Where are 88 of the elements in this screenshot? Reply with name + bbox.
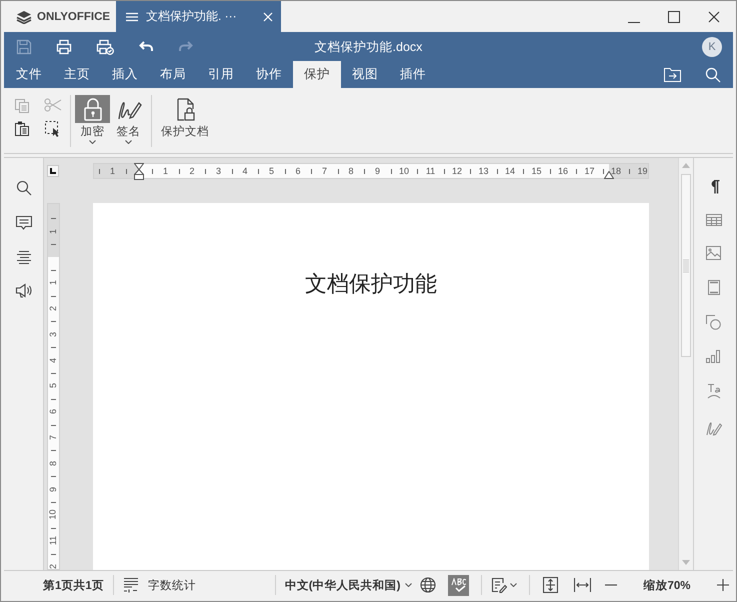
document-title: 文档保护功能.docx <box>314 40 422 54</box>
ruler-number: 1 <box>49 228 58 234</box>
ruler-number: 18 <box>610 166 621 176</box>
menu-tab[interactable]: 布局 <box>149 61 197 88</box>
ruler-number: 4 <box>242 166 248 176</box>
text-art-icon[interactable] <box>706 383 720 399</box>
globe-icon[interactable] <box>420 577 436 593</box>
ruler-number: 1 <box>49 280 58 286</box>
ruler-number: 7 <box>322 166 327 176</box>
word-count-button[interactable]: 字数统计 <box>122 577 196 593</box>
ruler-number: 6 <box>49 409 58 414</box>
ruler-number: 9 <box>374 166 380 176</box>
header-footer-icon[interactable] <box>708 280 720 295</box>
tab-stop-icon <box>50 168 56 174</box>
zoom-in-icon[interactable] <box>716 579 728 591</box>
track-changes-button[interactable] <box>491 577 518 593</box>
ruler-number: 4 <box>49 358 58 363</box>
page-indicator: 第1页共1页 <box>43 578 104 592</box>
user-avatar[interactable]: K <box>702 36 722 56</box>
ruler-number: 2 <box>189 166 194 176</box>
ruler-number: 3 <box>216 166 221 176</box>
shape-icon[interactable] <box>706 315 721 330</box>
menu-tab[interactable]: 视图 <box>341 61 389 88</box>
menu-tab[interactable]: 主页 <box>53 61 101 88</box>
word-count-icon <box>122 577 139 593</box>
search-icon[interactable] <box>705 66 721 82</box>
print-icon[interactable] <box>56 38 72 54</box>
app-logo-text: ONLYOFFICE <box>37 10 110 22</box>
ruler-number: 10 <box>398 166 409 176</box>
signature-button[interactable]: 签名 <box>111 95 146 147</box>
ruler-number: 8 <box>348 166 354 176</box>
menu-tab[interactable]: 保护 <box>293 61 341 88</box>
ruler-number: 5 <box>268 166 274 176</box>
document-heading: 文档保护功能 <box>305 271 437 299</box>
ruler-number: 6 <box>295 166 300 176</box>
fit-page-icon[interactable] <box>543 577 558 593</box>
select-all-icon[interactable] <box>44 120 61 137</box>
menu-tab[interactable]: 插入 <box>101 61 149 88</box>
ruler-number: 1 <box>110 166 115 176</box>
ruler-number: 3 <box>49 332 58 337</box>
document-tab[interactable]: 文档保护功能. ··· <box>116 1 281 32</box>
menu-icon <box>126 12 138 22</box>
grip-icon <box>683 258 689 272</box>
ruler-number: 5 <box>49 383 58 388</box>
ruler-number: 11 <box>426 166 436 176</box>
navigation-icon[interactable] <box>16 250 32 264</box>
tab-stop-button[interactable] <box>47 165 59 177</box>
ruler-number: 13 <box>478 166 488 176</box>
track-changes-icon <box>491 577 508 593</box>
ruler-number: 14 <box>504 166 515 176</box>
menu-tab[interactable]: 协作 <box>245 61 293 88</box>
indent-marker[interactable] <box>134 163 144 180</box>
paste-icon[interactable] <box>14 120 30 137</box>
protect-document-button[interactable]: 保护文档 <box>157 95 213 147</box>
search-icon[interactable] <box>16 180 32 196</box>
open-location-icon[interactable] <box>664 67 681 82</box>
speaker-icon[interactable] <box>14 283 32 298</box>
ruler-number: 19 <box>637 166 648 176</box>
menu-tab[interactable]: 插件 <box>389 61 437 88</box>
chart-icon[interactable] <box>706 350 721 363</box>
image-icon[interactable] <box>706 246 721 260</box>
ruler-number: 10 <box>49 510 58 520</box>
quick-print-icon[interactable] <box>96 38 114 54</box>
ruler-number: 12 <box>452 166 462 176</box>
menu-tab[interactable]: 引用 <box>197 61 245 88</box>
menu-tab[interactable]: 文件 <box>5 61 53 88</box>
language-dropdown[interactable]: 中文(中华人民共和国) <box>284 578 412 592</box>
ruler-number: 2 <box>49 306 58 312</box>
logo-icon <box>16 10 32 24</box>
caret-icon <box>405 583 412 587</box>
spellcheck-icon <box>451 578 466 592</box>
zoom-level: 缩放70% <box>643 578 690 592</box>
ruler-number: 15 <box>531 166 542 176</box>
ruler-number: 7 <box>49 435 58 440</box>
ruler-number: 1 <box>162 166 168 176</box>
ruler-number: 2 <box>49 564 58 569</box>
ruler-number: 16 <box>558 166 568 176</box>
ruler-number: 11 <box>49 536 58 546</box>
fit-width-icon[interactable] <box>574 578 592 592</box>
ruler-number: 9 <box>49 486 58 492</box>
caret-icon <box>510 583 518 587</box>
spellcheck-button[interactable] <box>448 574 470 596</box>
table-icon[interactable] <box>706 214 722 226</box>
ruler-number: 17 <box>584 166 594 176</box>
ruler-number: 8 <box>49 460 58 466</box>
comment-icon[interactable] <box>16 215 32 231</box>
close-icon[interactable] <box>708 10 720 22</box>
maximize-icon[interactable] <box>668 10 680 22</box>
